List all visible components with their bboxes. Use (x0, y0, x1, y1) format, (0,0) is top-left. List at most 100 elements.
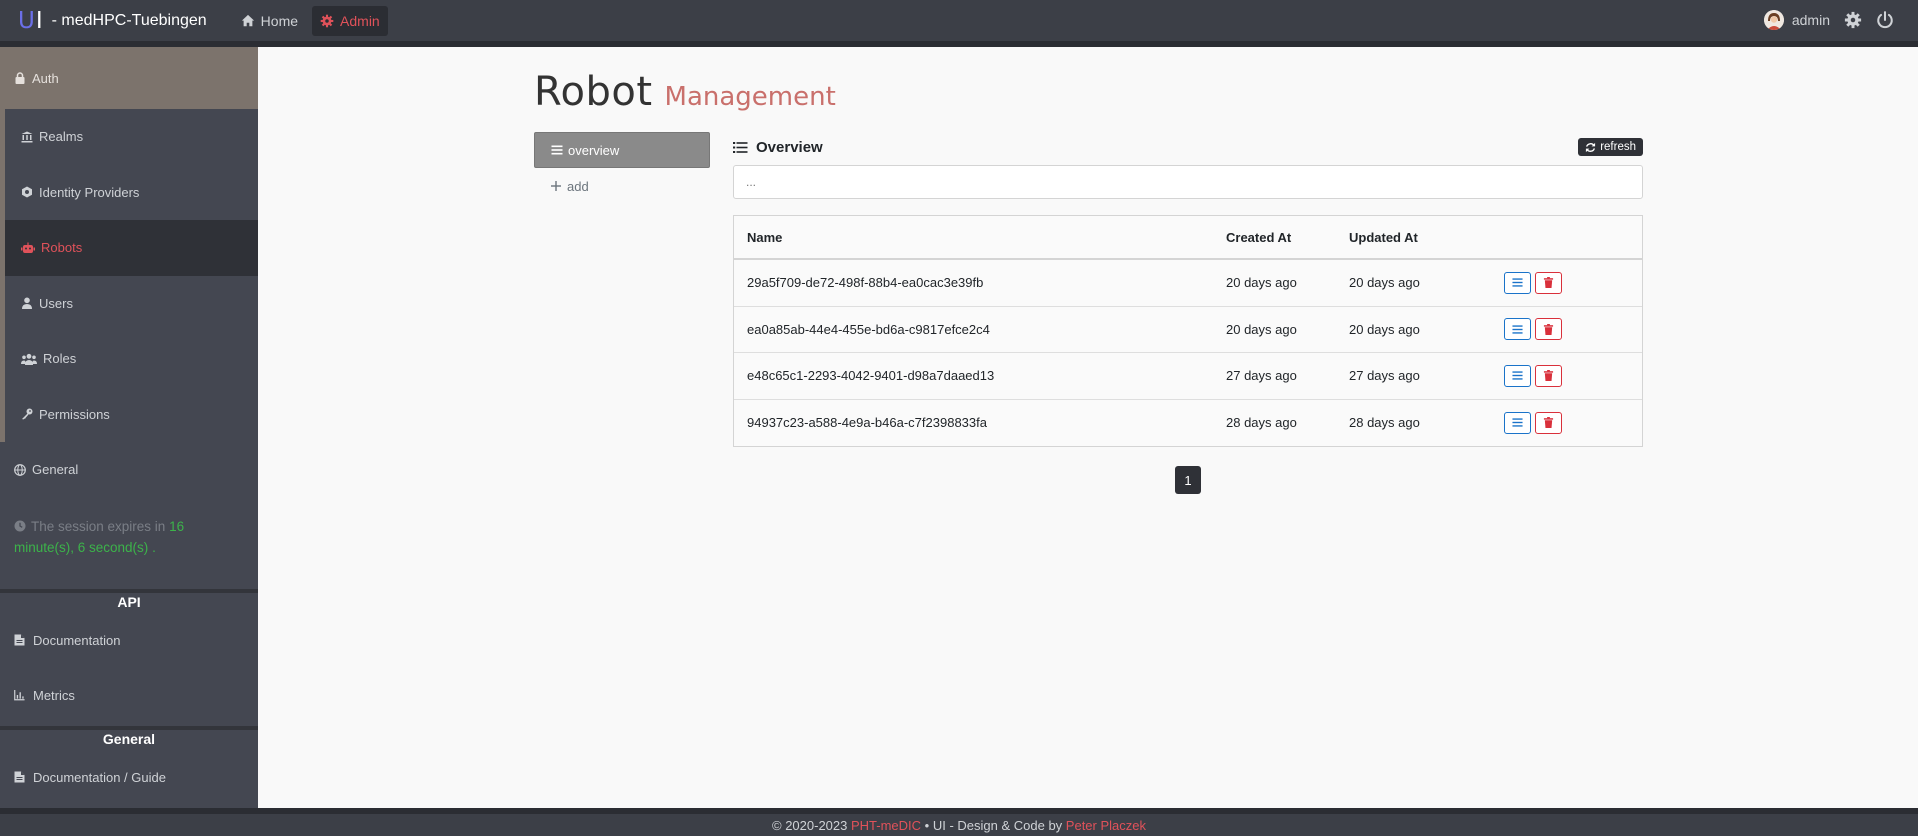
subnav-overview[interactable]: overview (534, 132, 710, 168)
bars-icon (1512, 418, 1523, 427)
column-header-updated[interactable]: Updated At (1349, 230, 1504, 245)
view-button[interactable] (1504, 271, 1531, 294)
panel-title: Overview (733, 139, 823, 156)
sidebar-item-documentation-guide[interactable]: Documentation / Guide (0, 750, 258, 805)
robots-table: Name Created At Updated At 29a5f709-de72… (733, 215, 1643, 447)
sidebar-item-users[interactable]: Users (5, 276, 258, 332)
cell-created: 28 days ago (1226, 415, 1297, 431)
panel-header: Overview refresh (733, 132, 1643, 162)
sidebar-item-metrics[interactable]: Metrics (0, 668, 258, 723)
power-icon[interactable] (1876, 11, 1894, 29)
chart-icon (14, 689, 25, 701)
column-header-name[interactable]: Name (734, 230, 1226, 245)
sidebar-header-api: API (0, 588, 258, 613)
refresh-button[interactable]: refresh (1578, 138, 1643, 156)
lock-icon (15, 72, 25, 84)
delete-button[interactable] (1535, 271, 1562, 294)
nav-admin[interactable]: Admin (312, 5, 388, 36)
sidebar-auth-submenu: Realms Identity Providers Robots Users R… (0, 109, 258, 442)
trash-icon (1543, 370, 1554, 382)
subnav-add[interactable]: add (534, 168, 710, 204)
page-title: Robot Management (534, 69, 836, 115)
list-icon (733, 141, 748, 153)
view-button[interactable] (1504, 364, 1531, 387)
user-menu[interactable]: admin (1763, 10, 1830, 30)
delete-button[interactable] (1535, 318, 1562, 341)
sidebar-item-general[interactable]: General (0, 442, 258, 498)
sidebar-header-general: General (0, 725, 258, 750)
sidebar-item-realms[interactable]: Realms (5, 109, 258, 165)
table-row: 94937c23-a588-4e9a-b46a-c7f2398833fa 28 … (734, 400, 1642, 447)
hexagon-icon (22, 186, 32, 198)
delete-button[interactable] (1535, 364, 1562, 387)
user-area: admin (1763, 10, 1894, 30)
footer-project-link[interactable]: PHT-meDIC (851, 818, 921, 833)
file-icon (14, 771, 25, 783)
row-actions (1504, 364, 1562, 387)
table-row: 29a5f709-de72-498f-88b4-ea0cac3e39fb 20 … (734, 260, 1642, 307)
plus-icon (551, 181, 561, 191)
top-navbar: UI - medHPC-Tuebingen Home Admin admin (0, 0, 1918, 47)
cell-name: e48c65c1-2293-4042-9401-d98a7daaed13 (747, 368, 995, 384)
sub-navigation: overview add (534, 132, 710, 204)
brand[interactable]: UI - medHPC-Tuebingen (18, 8, 207, 34)
table-row: e48c65c1-2293-4042-9401-d98a7daaed13 27 … (734, 353, 1642, 400)
cell-created: 20 days ago (1226, 321, 1297, 337)
trash-icon (1543, 417, 1554, 429)
sidebar-item-identity-providers[interactable]: Identity Providers (5, 165, 258, 221)
globe-icon (14, 463, 26, 476)
session-info: The session expires in 16 minute(s), 6 s… (14, 518, 185, 555)
bank-icon (21, 131, 33, 143)
sidebar: Auth Realms Identity Providers Robots Us… (0, 47, 258, 808)
refresh-icon (1586, 142, 1596, 152)
cell-updated: 27 days ago (1349, 368, 1420, 384)
clock-icon (14, 520, 26, 531)
trash-icon (1543, 323, 1554, 335)
cell-updated: 28 days ago (1349, 415, 1420, 431)
search-input[interactable]: ... (733, 165, 1643, 199)
table-row: ea0a85ab-44e4-455e-bd6a-c9817efce2c4 20 … (734, 307, 1642, 353)
home-icon (241, 14, 254, 26)
sidebar-item-robots[interactable]: Robots (5, 220, 258, 276)
page-title-main: Robot (534, 69, 653, 115)
cell-updated: 20 days ago (1349, 275, 1420, 291)
footer-credit: • UI - Design & Code by (924, 817, 1063, 833)
pagination-page-button[interactable]: 1 (1175, 466, 1201, 494)
user-name: admin (1791, 12, 1830, 28)
trash-icon (1543, 277, 1554, 289)
sidebar-item-documentation[interactable]: Documentation (0, 613, 258, 668)
gear-icon (320, 14, 334, 27)
row-actions (1504, 318, 1562, 341)
sidebar-item-roles[interactable]: Roles (5, 331, 258, 387)
table-header: Name Created At Updated At (734, 216, 1642, 260)
brand-name: - medHPC-Tuebingen (51, 11, 207, 29)
delete-button[interactable] (1535, 411, 1562, 434)
robot-icon (21, 242, 35, 253)
settings-gear-icon[interactable] (1844, 11, 1862, 29)
avatar (1763, 10, 1784, 30)
bars-icon (1512, 371, 1523, 380)
sidebar-item-permissions[interactable]: Permissions (5, 387, 258, 443)
view-button[interactable] (1504, 318, 1531, 341)
page-title-sub: Management (664, 82, 836, 112)
footer-copyright: © 2020-2023 (772, 817, 848, 833)
users-icon (21, 353, 37, 365)
cell-name: ea0a85ab-44e4-455e-bd6a-c9817efce2c4 (747, 321, 990, 337)
bars-icon (1512, 325, 1523, 334)
nav-home[interactable]: Home (233, 6, 306, 36)
main-content: Robot Management overview add Overview r… (258, 47, 1918, 808)
brand-logo: UI (18, 7, 44, 34)
footer: © 2020-2023 PHT-meDIC • UI - Design & Co… (0, 808, 1918, 836)
column-header-created[interactable]: Created At (1226, 230, 1349, 245)
footer-author-link[interactable]: Peter Placzek (1066, 818, 1146, 833)
cell-created: 27 days ago (1226, 368, 1297, 384)
cell-updated: 20 days ago (1349, 321, 1420, 337)
view-button[interactable] (1504, 411, 1531, 434)
main-nav: Home Admin (233, 5, 388, 36)
cell-created: 20 days ago (1226, 275, 1297, 291)
overview-panel: Overview refresh ... Name Created At Upd… (733, 132, 1643, 447)
sidebar-item-auth[interactable]: Auth (0, 47, 258, 109)
bars-icon (551, 145, 563, 155)
user-icon (22, 297, 32, 310)
row-actions (1504, 411, 1562, 434)
